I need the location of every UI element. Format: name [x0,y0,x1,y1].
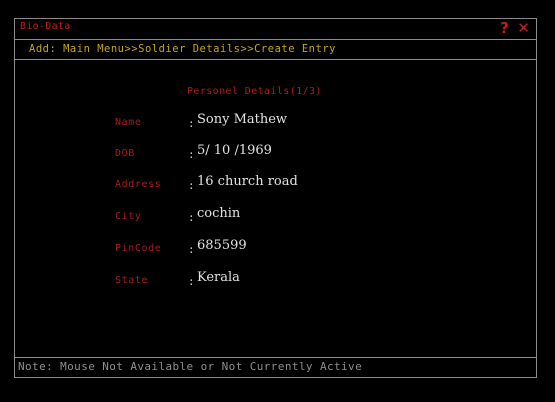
field-value-pincode[interactable]: 685599 [197,238,247,253]
field-value-dob[interactable]: 5/ 10 /1969 [197,143,272,158]
status-divider [15,357,536,358]
field-label-state: State [115,275,149,286]
field-colon: : [188,243,195,256]
field-value-city[interactable]: cochin [197,206,240,221]
field-label-pincode: PinCode [115,243,162,254]
field-colon: : [188,275,195,288]
close-icon[interactable]: ✕ [516,21,531,36]
field-colon: : [188,179,195,192]
field-label-city: City [115,211,142,222]
breadcrumb: Add: Main Menu>>Soldier Details>>Create … [29,43,336,55]
section-title: Personel Details(1/3) [187,86,322,97]
window-title: Bio-Data [20,21,71,32]
field-label-dob: DOB [115,148,135,159]
field-value-address[interactable]: 16 church road [197,174,298,189]
field-colon: : [188,117,195,130]
bio-data-window: Bio-Data ? ✕ Add: Main Menu>>Soldier Det… [14,18,537,378]
help-icon[interactable]: ? [497,21,512,36]
field-colon: : [188,211,195,224]
field-value-name[interactable]: Sony Mathew [197,112,287,127]
breadcrumb-divider [15,59,536,60]
title-divider [15,39,536,40]
status-note: Note: Mouse Not Available or Not Current… [18,360,363,373]
field-label-address: Address [115,179,162,190]
field-value-state[interactable]: Kerala [197,270,240,285]
field-label-name: Name [115,117,142,128]
field-colon: : [188,148,195,161]
